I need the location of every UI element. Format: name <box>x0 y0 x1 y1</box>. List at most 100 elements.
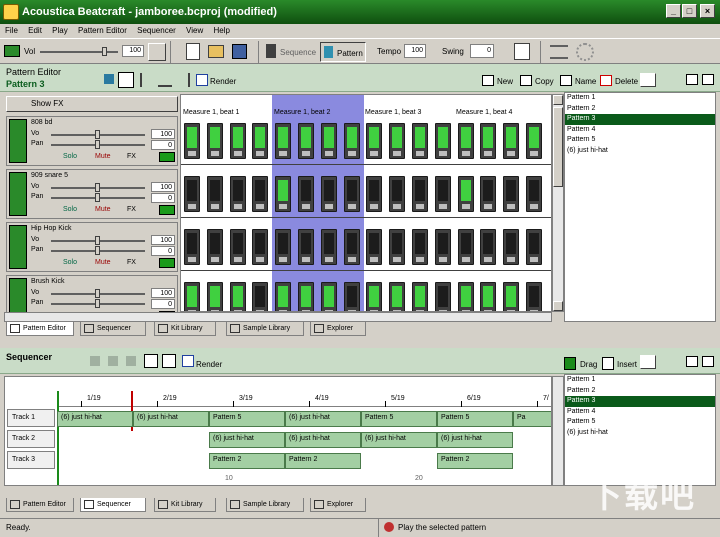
step-cell[interactable] <box>480 229 497 265</box>
pan-value[interactable]: 0 <box>151 140 175 150</box>
tab-explorer[interactable]: Explorer <box>310 322 366 336</box>
step-cell[interactable] <box>526 282 542 311</box>
menu-sequencer[interactable]: Sequencer <box>137 26 176 35</box>
pattern-list-item[interactable]: Pattern 1 <box>565 93 715 104</box>
solo-button[interactable]: Solo <box>63 259 77 266</box>
pan-slider[interactable] <box>51 299 145 308</box>
step-cell[interactable] <box>366 229 383 265</box>
step-cell[interactable] <box>275 176 292 212</box>
step-cell[interactable] <box>457 176 474 212</box>
scroll-thumb[interactable] <box>553 107 563 187</box>
step-cell[interactable] <box>412 282 428 311</box>
solo-button[interactable]: Solo <box>63 206 77 213</box>
step-cell[interactable] <box>480 282 497 311</box>
sequence-clip[interactable]: (6) just hi-hat <box>209 432 285 448</box>
save-icon[interactable] <box>232 44 247 59</box>
wave-icon[interactable] <box>148 43 166 61</box>
volume-slider[interactable] <box>51 130 145 139</box>
menu-help[interactable]: Help <box>213 26 229 35</box>
step-cell[interactable] <box>275 282 292 311</box>
step-cell[interactable] <box>320 176 337 212</box>
drag-icon[interactable] <box>564 357 576 370</box>
pattern-vertical-scrollbar[interactable] <box>552 94 564 312</box>
sequence-clip[interactable]: Pattern 2 <box>437 453 513 469</box>
step-cell[interactable] <box>389 282 406 311</box>
step-cell[interactable] <box>252 229 269 265</box>
menu-view[interactable]: View <box>186 26 203 35</box>
step-cell[interactable] <box>412 123 428 159</box>
step-cell[interactable] <box>252 282 269 311</box>
settings-gear-icon[interactable] <box>576 43 594 61</box>
fx-button[interactable]: FX <box>127 259 136 266</box>
step-cell[interactable] <box>298 123 314 159</box>
insert-icon[interactable] <box>602 357 614 370</box>
volume-value[interactable]: 100 <box>151 182 175 192</box>
volume-slider[interactable] <box>51 183 145 192</box>
solo-button[interactable]: Solo <box>63 153 77 160</box>
delete-pattern-button[interactable]: Delete <box>615 77 638 86</box>
volume-slider[interactable] <box>51 289 145 298</box>
step-cell[interactable] <box>229 229 246 265</box>
fx-button[interactable]: FX <box>127 153 136 160</box>
sequence-clip[interactable]: (6) just hi-hat <box>57 411 133 427</box>
step-cell[interactable] <box>184 282 200 311</box>
step-cell[interactable] <box>457 282 474 311</box>
sequence-button[interactable]: Sequence <box>280 48 316 57</box>
sequence-clip[interactable]: Pattern 5 <box>209 411 285 427</box>
step-cell[interactable] <box>298 176 314 212</box>
name-pattern-button[interactable]: Name <box>575 77 596 86</box>
menu-file[interactable]: File <box>5 26 18 35</box>
play-icon[interactable] <box>90 356 100 366</box>
sequencer-vertical-scrollbar[interactable] <box>552 376 564 486</box>
step-cell[interactable] <box>503 282 520 311</box>
track-label[interactable]: Track 1 <box>7 409 55 427</box>
step-cell[interactable] <box>434 123 451 159</box>
step-cell[interactable] <box>206 282 223 311</box>
step-cell[interactable] <box>184 176 200 212</box>
step-cell[interactable] <box>503 123 520 159</box>
pattern-list-item[interactable]: Pattern 5 <box>565 417 715 428</box>
pin-icon[interactable] <box>640 355 656 369</box>
step-cell[interactable] <box>229 176 246 212</box>
step-cell[interactable] <box>389 229 406 265</box>
sequencer-render-button[interactable]: Render <box>196 360 222 369</box>
fx-button[interactable]: FX <box>127 206 136 213</box>
instrument-enable-led[interactable] <box>159 258 175 268</box>
loop-icon[interactable] <box>118 72 134 88</box>
step-cell[interactable] <box>320 123 337 159</box>
step-cell[interactable] <box>457 123 474 159</box>
volume-value[interactable]: 100 <box>151 288 175 298</box>
copy-icon[interactable] <box>520 75 532 86</box>
pattern-list-item[interactable]: Pattern 2 <box>565 104 715 115</box>
instrument-icon[interactable] <box>9 278 27 312</box>
play-from-icon[interactable] <box>108 356 118 366</box>
new-pattern-icon[interactable] <box>482 75 494 86</box>
instrument-enable-led[interactable] <box>159 205 175 215</box>
sequence-clip[interactable]: Pattern 2 <box>209 453 285 469</box>
pattern-list-item[interactable]: Pattern 1 <box>565 375 715 386</box>
play-to-icon[interactable] <box>126 356 136 366</box>
sequence-clip[interactable]: Pa <box>513 411 551 427</box>
new-file-icon[interactable] <box>186 43 200 60</box>
track-label[interactable]: Track 3 <box>7 451 55 469</box>
sequence-clip[interactable]: (6) just hi-hat <box>437 432 513 448</box>
tile-vertical-icon[interactable] <box>702 356 714 367</box>
step-cell[interactable] <box>480 176 497 212</box>
pattern-list-item[interactable]: (6) just hi-hat <box>565 146 715 157</box>
menu-play[interactable]: Play <box>52 26 68 35</box>
tab-explorer[interactable]: Explorer <box>310 498 366 512</box>
tab-sequencer[interactable]: Sequencer <box>80 322 146 336</box>
tile-horizontal-icon[interactable] <box>686 356 698 367</box>
step-cell[interactable] <box>275 229 292 265</box>
mute-button[interactable]: Mute <box>95 153 111 160</box>
step-cell[interactable] <box>184 123 200 159</box>
step-cell[interactable] <box>343 229 360 265</box>
volume-slider[interactable] <box>51 236 145 245</box>
sequence-clip[interactable]: (6) just hi-hat <box>285 432 361 448</box>
track-label[interactable]: Track 2 <box>7 430 55 448</box>
step-cell[interactable] <box>343 176 360 212</box>
step-cell[interactable] <box>229 123 246 159</box>
step-cell[interactable] <box>206 229 223 265</box>
step-cell[interactable] <box>366 282 383 311</box>
step-cell[interactable] <box>412 176 428 212</box>
